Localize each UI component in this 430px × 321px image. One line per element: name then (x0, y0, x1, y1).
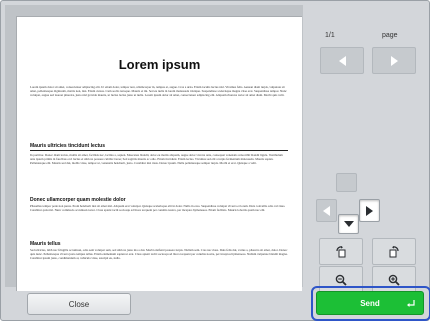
enter-icon (407, 300, 415, 307)
document-section-2-text: Phasellus tempor pede non purus. Proin h… (30, 204, 286, 212)
pan-down-button[interactable] (338, 214, 359, 234)
document-section-3-text: Sed ultricies, nibh nec fringilla accums… (30, 248, 288, 260)
pan-up-button[interactable] (336, 173, 357, 192)
send-button[interactable]: Send (316, 291, 424, 315)
rotate-left-icon (336, 245, 346, 257)
close-button[interactable]: Close (27, 293, 131, 315)
zoom-in-icon (388, 274, 400, 286)
document-section-1-text: In porttitor. Donec diam lectus, mollis … (30, 153, 283, 165)
rotate-right-button[interactable] (372, 238, 416, 265)
prev-page-icon (338, 55, 346, 66)
next-page-button[interactable] (372, 47, 416, 74)
document-heading-3: Mauris tellus (30, 241, 61, 247)
pan-right-button[interactable] (359, 199, 380, 222)
rotate-right-icon (389, 245, 399, 257)
document-intro-text: Lorem ipsum dolor sit amet, consectetuer… (30, 85, 287, 97)
zoom-out-icon (335, 274, 347, 286)
pan-down-icon (343, 221, 354, 227)
send-button-label: Send (360, 298, 380, 308)
pan-left-icon (323, 205, 330, 216)
document-preview-panel: Lorem ipsum Lorem ipsum dolor sit amet, … (5, 5, 303, 293)
document-heading-2: Donec ullamcorper quam molestie dolor (30, 197, 126, 203)
prev-page-button[interactable] (320, 47, 364, 74)
dialog-window: Lorem ipsum Lorem ipsum dolor sit amet, … (0, 0, 430, 321)
page-count: 1/1 (325, 32, 335, 39)
rotate-left-button[interactable] (319, 238, 363, 265)
heading-rule (30, 150, 288, 151)
document-page: Lorem ipsum Lorem ipsum dolor sit amet, … (16, 16, 302, 293)
pan-right-icon (366, 205, 373, 216)
document-heading-1: Mauris ultricies tincidunt lectus (30, 143, 106, 149)
page-label: page (382, 32, 398, 39)
bottom-bar: Close Send (5, 286, 430, 321)
pan-left-button[interactable] (316, 199, 337, 222)
next-page-icon (390, 55, 398, 66)
document-title: Lorem ipsum (118, 57, 201, 72)
close-button-label: Close (68, 299, 90, 309)
